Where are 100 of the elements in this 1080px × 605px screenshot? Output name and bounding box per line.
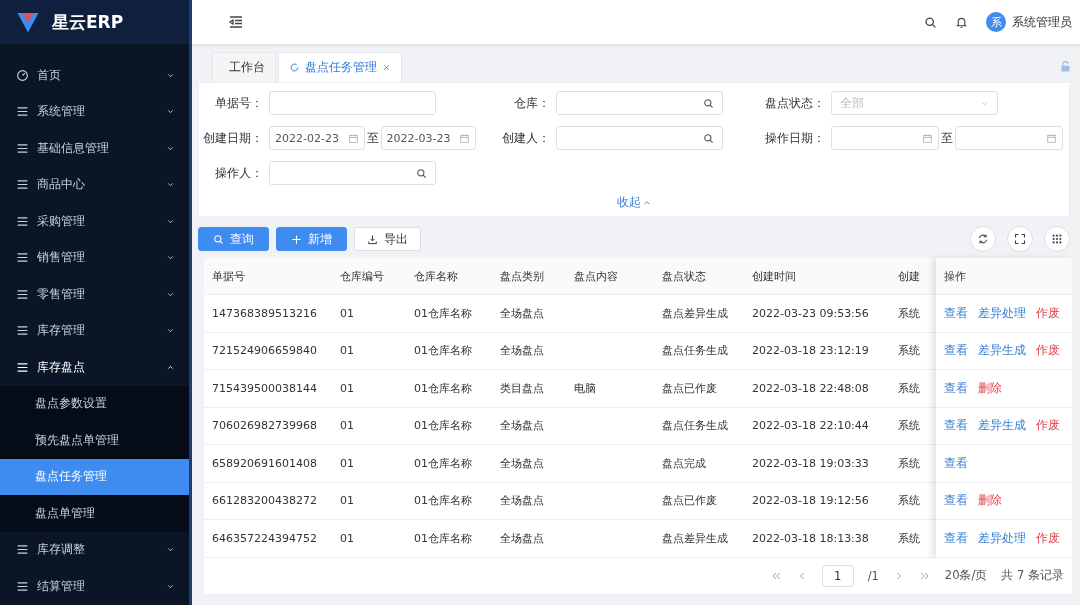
toolbar-button[interactable]: 导出 [354,227,421,251]
close-icon[interactable] [382,63,391,72]
action-link[interactable]: 查看 [944,418,968,434]
column-header: 盘点类别 [499,268,545,284]
action-link[interactable]: 作废 [1036,530,1060,546]
action-link[interactable]: 作废 [1036,418,1060,434]
calendar-icon [347,132,359,144]
field-label: 操作人： [214,165,264,181]
field-label: 创建日期： [202,130,264,146]
range-separator: 至 [366,130,379,146]
fullscreen-button[interactable] [1007,226,1033,252]
table-cell-text: 系统 [897,343,921,359]
date-field[interactable]: 2022-03-23 [380,126,476,150]
search-field[interactable] [556,126,723,150]
table-cell-text: 盘点完成 [661,455,707,471]
bell-icon[interactable] [955,15,968,29]
menu-icon [16,141,29,155]
user-avatar[interactable]: 系 [986,12,1006,32]
field-label: 盘点状态： [764,95,826,111]
tab[interactable]: 工作台 [212,52,276,82]
grid-menu-button[interactable] [1044,226,1070,252]
table-cell-text: 盘点任务生成 [661,418,729,434]
table-cell-text: 全场盘点 [499,455,545,471]
search-field[interactable] [556,91,723,115]
column-header: 仓库名称 [413,268,459,284]
page-size-select[interactable]: 20条/页 [944,568,988,583]
submenu-item[interactable]: 预先盘点单管理 [0,422,189,459]
sidebar-item[interactable]: 库存管理 [0,312,189,349]
grid-menu-icon [1051,233,1063,245]
table-cell-text: 715439500038144 [211,381,318,395]
table-cell-text: 系统 [897,418,921,434]
table-cell-text: 全场盘点 [499,530,545,546]
action-link[interactable]: 查看 [944,343,968,359]
collapse-link[interactable]: 收起 [616,195,652,210]
sidebar-item[interactable]: 首页 [0,57,189,94]
table-cell-text: 2022-03-18 22:48:08 [751,381,870,395]
sidebar-item[interactable]: 采购管理 [0,203,189,240]
date-field[interactable] [831,126,939,150]
sidebar-item[interactable]: 系统管理 [0,93,189,130]
action-link[interactable]: 删除 [978,493,1002,509]
action-link[interactable]: 查看 [944,493,968,509]
tab[interactable]: 盘点任务管理 [278,52,402,82]
column-header: 创建时间 [751,268,797,284]
action-link[interactable]: 查看 [944,305,968,321]
dashboard-icon [16,68,29,82]
text-field[interactable] [269,91,436,115]
table-cell-text: 01 [339,381,355,395]
sidebar-item[interactable]: 销售管理 [0,239,189,276]
sidebar-item[interactable]: 商品中心 [0,166,189,203]
action-link[interactable]: 查看 [944,455,968,471]
action-link[interactable]: 作废 [1036,305,1060,321]
table-cell-text: 全场盘点 [499,305,545,321]
table-cell-text: 2022-03-18 19:03:33 [751,456,870,470]
sidebar-item[interactable]: 库存盘点 [0,349,189,386]
action-link[interactable]: 查看 [944,380,968,396]
page-field[interactable]: 1 [821,564,854,587]
action-link[interactable]: 查看 [944,530,968,546]
action-link[interactable]: 差异生成 [978,343,1026,359]
search-icon[interactable] [924,15,937,29]
search-icon [213,233,224,245]
action-link[interactable]: 差异生成 [978,418,1026,434]
action-link[interactable]: 作废 [1036,343,1060,359]
table-cell-text: 全场盘点 [499,343,545,359]
lock-icon[interactable] [1059,59,1072,73]
column-header: 盘点状态 [661,268,707,284]
sidebar-item[interactable]: 零售管理 [0,276,189,313]
sidebar-item[interactable]: 结算管理 [0,568,189,605]
search-field[interactable] [269,161,436,185]
action-link[interactable]: 差异处理 [978,305,1026,321]
table-cell-text: 01 [339,531,355,545]
table-cell-text: 系统 [897,455,921,471]
toolbar-button[interactable]: 新增 [276,227,347,251]
sidebar-item[interactable]: 库存调整 [0,531,189,568]
table-cell-text: 01 [339,419,355,433]
calendar-icon [1046,132,1057,144]
date-field[interactable]: 2022-02-23 [269,126,365,150]
refresh-button[interactable] [970,226,996,252]
table-cell-text: 01仓库名称 [413,418,473,434]
menu-icon [16,214,29,228]
field-label: 单据号： [214,95,264,111]
submenu-item[interactable]: 盘点单管理 [0,495,189,532]
submenu-item[interactable]: 盘点任务管理 [0,458,189,495]
sidebar-item[interactable]: 基础信息管理 [0,130,189,167]
date-field[interactable] [955,126,1063,150]
table-cell-text: 系统 [897,305,921,321]
table-cell-text: 类目盘点 [499,380,545,396]
collapse-menu-icon[interactable] [228,14,244,30]
range-separator: 至 [941,130,953,146]
table-cell-text: 01 [339,306,355,320]
table-cell-text: 01仓库名称 [413,343,473,359]
table-cell-text: 全场盘点 [499,418,545,434]
table-cell-text: 646357224394752 [211,531,318,545]
table-cell-text: 658920691601408 [211,456,318,470]
action-link[interactable]: 差异处理 [978,530,1026,546]
submenu-item[interactable]: 盘点参数设置 [0,385,189,422]
field-label: 操作日期： [764,130,826,146]
table-cell-text: 01仓库名称 [413,530,473,546]
user-name[interactable]: 系统管理员 [1012,13,1072,31]
action-link[interactable]: 删除 [978,380,1002,396]
toolbar-button[interactable]: 查询 [198,227,269,251]
